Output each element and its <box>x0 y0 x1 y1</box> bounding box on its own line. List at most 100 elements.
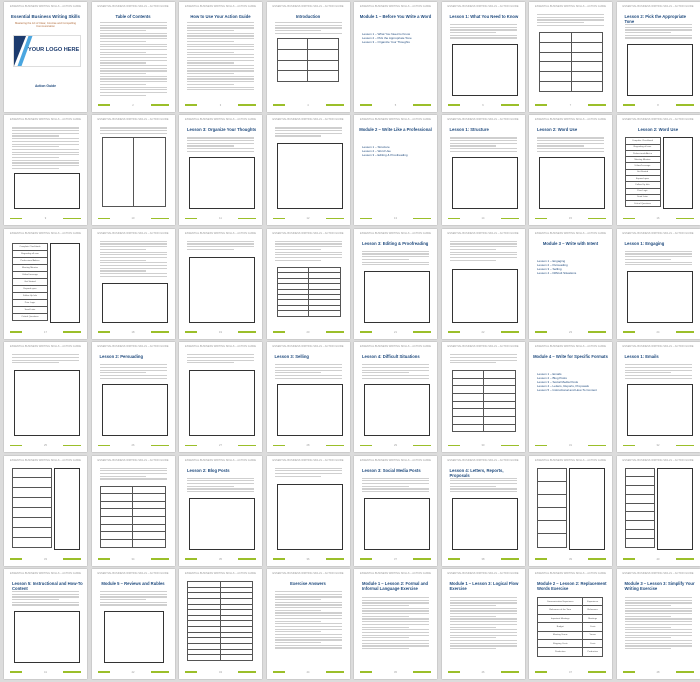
writing-box[interactable] <box>451 497 518 550</box>
document-page[interactable]: ESSENTIAL BUSINESS WRITING SKILLS – ACTI… <box>354 568 437 679</box>
table-cell[interactable]: Relevance <box>582 605 603 615</box>
table-cell[interactable] <box>624 511 655 522</box>
document-page[interactable]: ESSENTIAL BUSINESS WRITING SKILLS – ACTI… <box>441 2 525 112</box>
table-cell[interactable] <box>307 70 339 82</box>
writing-box[interactable] <box>539 157 605 210</box>
table-cell[interactable]: Complete Checkbook <box>12 242 48 251</box>
document-page[interactable]: ESSENTIAL BUSINESS WRITING SKILLS – ACTI… <box>354 455 437 566</box>
table-cell[interactable] <box>12 536 52 548</box>
table-cell[interactable] <box>570 71 603 83</box>
table-cell[interactable] <box>307 48 339 61</box>
document-page[interactable]: ESSENTIAL BUSINESS WRITING SKILLS – ACTI… <box>91 115 175 226</box>
document-page[interactable]: ESSENTIAL BUSINESS WRITING SKILLS – ACTI… <box>529 342 612 453</box>
document-page[interactable]: ESSENTIAL BUSINESS WRITING SKILLS – ACTI… <box>616 342 700 453</box>
table-cell[interactable] <box>537 533 567 548</box>
table-cell[interactable]: Venue <box>582 630 603 641</box>
table-cell[interactable] <box>276 48 308 61</box>
table-cell[interactable] <box>132 538 166 548</box>
document-page[interactable]: ESSENTIAL BUSINESS WRITING SKILLS – ACTI… <box>4 568 87 679</box>
document-page[interactable]: ESSENTIAL BUSINESS WRITING SKILLS – ACTI… <box>529 228 612 339</box>
table-cell[interactable] <box>539 61 572 73</box>
table-cell[interactable] <box>99 523 133 533</box>
table-cell[interactable] <box>570 61 603 73</box>
table-cell[interactable] <box>12 487 52 499</box>
table-cell[interactable] <box>624 520 655 530</box>
table-cell[interactable] <box>132 531 166 540</box>
lesson-link[interactable]: Lesson 4 – Difficult Situations <box>537 271 604 275</box>
table-cell[interactable] <box>537 480 567 495</box>
table-cell[interactable] <box>570 41 603 53</box>
table-cell[interactable] <box>12 477 52 489</box>
document-page[interactable]: ESSENTIAL BUSINESS WRITING SKILLS – ACTI… <box>4 2 87 112</box>
document-page[interactable]: ESSENTIAL BUSINESS WRITING SKILLS – ACTI… <box>179 228 262 339</box>
table-cell[interactable] <box>624 476 655 487</box>
table-cell[interactable]: Utilize/Leverage <box>12 270 48 279</box>
table-cell[interactable] <box>99 508 133 518</box>
table-cell[interactable] <box>537 493 567 509</box>
lesson-link[interactable]: Lesson 3 – Editing & Proofreading <box>362 153 429 157</box>
table-cell[interactable]: Relevance of the Time <box>536 605 584 615</box>
table-cell[interactable] <box>451 370 484 379</box>
table-cell[interactable] <box>537 467 567 482</box>
writing-box[interactable] <box>626 44 693 96</box>
table-cell[interactable] <box>624 467 655 478</box>
table-cell[interactable] <box>276 59 308 72</box>
document-page[interactable]: ESSENTIAL BUSINESS WRITING SKILLS – ACTI… <box>266 342 350 453</box>
writing-box[interactable] <box>569 467 605 550</box>
document-page[interactable]: ESSENTIAL BUSINESS WRITING SKILLS – ACTI… <box>441 455 525 566</box>
table-cell[interactable]: Production <box>536 647 584 657</box>
writing-box[interactable] <box>54 467 80 550</box>
table-cell[interactable] <box>99 516 133 525</box>
table-cell[interactable] <box>539 51 572 63</box>
table-cell[interactable] <box>570 81 603 92</box>
table-cell[interactable] <box>132 523 166 533</box>
table-cell[interactable] <box>539 32 572 43</box>
writing-box[interactable] <box>662 137 693 210</box>
table-cell[interactable] <box>451 400 484 410</box>
writing-box[interactable] <box>189 497 255 550</box>
table-cell[interactable]: Budget <box>536 622 584 632</box>
writing-box[interactable] <box>364 384 430 437</box>
table-cell[interactable] <box>99 485 133 495</box>
document-page[interactable]: ESSENTIAL BUSINESS WRITING SKILLS – ACTI… <box>266 455 350 566</box>
writing-box[interactable] <box>626 384 693 437</box>
table-cell[interactable] <box>483 385 516 395</box>
table-cell[interactable]: Regarding all over <box>12 249 48 258</box>
writing-box[interactable] <box>364 497 430 550</box>
table-cell[interactable] <box>12 467 52 479</box>
table-cell[interactable] <box>624 528 655 539</box>
table-cell[interactable] <box>451 408 484 417</box>
writing-box[interactable] <box>626 270 693 323</box>
document-page[interactable]: ESSENTIAL BUSINESS WRITING SKILLS – ACTI… <box>266 2 350 112</box>
writing-box[interactable] <box>189 256 255 323</box>
document-page[interactable]: ESSENTIAL BUSINESS WRITING SKILLS – ACTI… <box>179 455 262 566</box>
table-cell[interactable]: Prior Logic <box>12 298 48 307</box>
document-page[interactable]: ESSENTIAL BUSINESS WRITING SKILLS – ACTI… <box>616 568 700 679</box>
lesson-link[interactable]: Lesson 3 – Organize Your Thoughts <box>362 40 429 44</box>
table-cell[interactable] <box>101 137 134 208</box>
table-cell[interactable] <box>451 385 484 395</box>
table-cell[interactable] <box>187 654 221 661</box>
document-page[interactable]: ESSENTIAL BUSINESS WRITING SKILLS – ACTI… <box>4 228 87 339</box>
writing-box[interactable] <box>276 143 343 210</box>
writing-box[interactable] <box>189 370 255 437</box>
document-page[interactable]: ESSENTIAL BUSINESS WRITING SKILLS – ACTI… <box>529 115 612 226</box>
document-page[interactable]: ESSENTIAL BUSINESS WRITING SKILLS – ACTI… <box>441 568 525 679</box>
table-cell[interactable] <box>451 393 484 402</box>
document-page[interactable]: ESSENTIAL BUSINESS WRITING SKILLS – ACTI… <box>91 455 175 566</box>
document-page[interactable]: ESSENTIAL BUSINESS WRITING SKILLS – ACTI… <box>441 228 525 339</box>
table-cell[interactable] <box>308 310 341 317</box>
document-page[interactable]: ESSENTIAL BUSINESS WRITING SKILLS – ACTI… <box>266 228 350 339</box>
document-page[interactable]: ESSENTIAL BUSINESS WRITING SKILLS – ACTI… <box>91 228 175 339</box>
table-cell[interactable] <box>539 41 572 53</box>
table-cell[interactable]: Get Started <box>12 277 48 286</box>
document-page[interactable]: ESSENTIAL BUSINESS WRITING SKILLS – ACTI… <box>266 568 350 679</box>
writing-box[interactable] <box>451 44 518 96</box>
table-cell[interactable]: Shipping Costs <box>536 639 584 649</box>
table-cell[interactable] <box>483 415 516 425</box>
document-page[interactable]: ESSENTIAL BUSINESS WRITING SKILLS – ACTI… <box>179 342 262 453</box>
table-cell[interactable]: Meeting Venue <box>536 630 584 641</box>
table-cell[interactable] <box>483 423 516 433</box>
table-cell[interactable] <box>570 32 603 43</box>
document-page[interactable]: ESSENTIAL BUSINESS WRITING SKILLS – ACTI… <box>529 2 612 112</box>
